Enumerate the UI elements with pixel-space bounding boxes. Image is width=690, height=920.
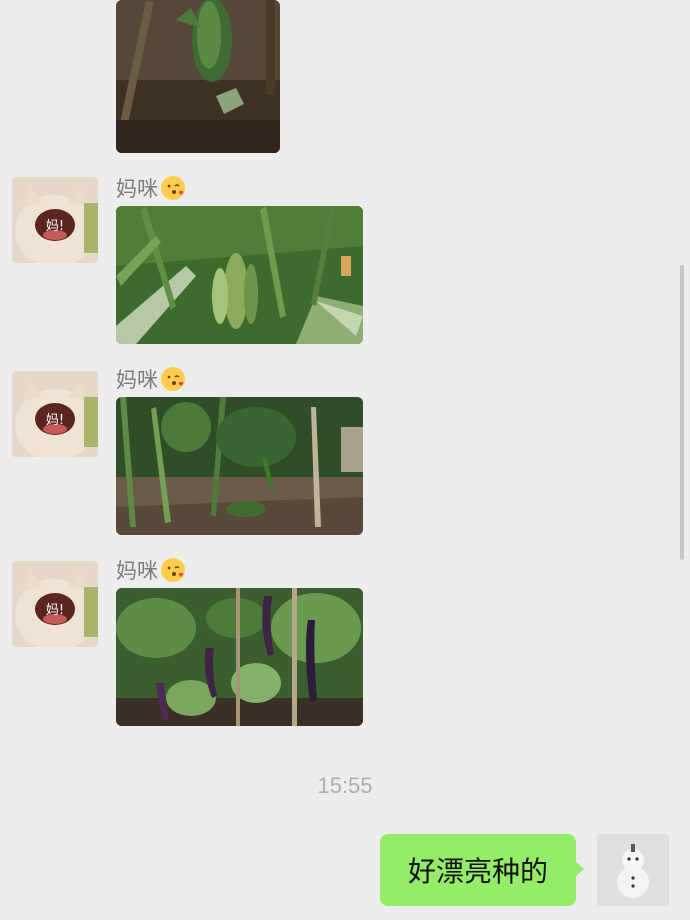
sender-name: 妈咪 [116,558,185,583]
kissing-face-emoji-icon [161,367,185,391]
svg-text:妈!: 妈! [46,413,64,428]
svg-text:妈!: 妈! [46,603,64,618]
message-image-corn[interactable] [116,206,363,344]
sender-label: 妈咪 [116,177,158,201]
kissing-face-emoji-icon [161,176,185,200]
message-image-eggplants[interactable] [116,588,363,726]
message-timestamp: 15:55 [317,773,373,798]
contact-avatar[interactable]: 妈! [12,177,98,263]
sender-label: 妈咪 [116,559,158,583]
contact-avatar[interactable]: 妈! [12,561,98,647]
bubble-tail [574,860,584,878]
my-avatar[interactable] [597,834,669,906]
svg-text:妈!: 妈! [46,219,64,234]
sender-name: 妈咪 [116,367,185,392]
chat-message-list[interactable]: 妈! 妈咪 妈! 妈咪 妈! 妈咪 15:55 好漂亮种的 [0,0,690,920]
outgoing-message-bubble[interactable]: 好漂亮种的 [380,834,576,906]
chat-scrollbar[interactable] [680,265,684,560]
kissing-face-emoji-icon [161,558,185,582]
contact-avatar[interactable]: 妈! [12,371,98,457]
sender-name: 妈咪 [116,176,185,201]
sender-label: 妈咪 [116,368,158,392]
message-image-peppers[interactable] [116,397,363,535]
message-image-cucumber[interactable] [116,0,280,153]
